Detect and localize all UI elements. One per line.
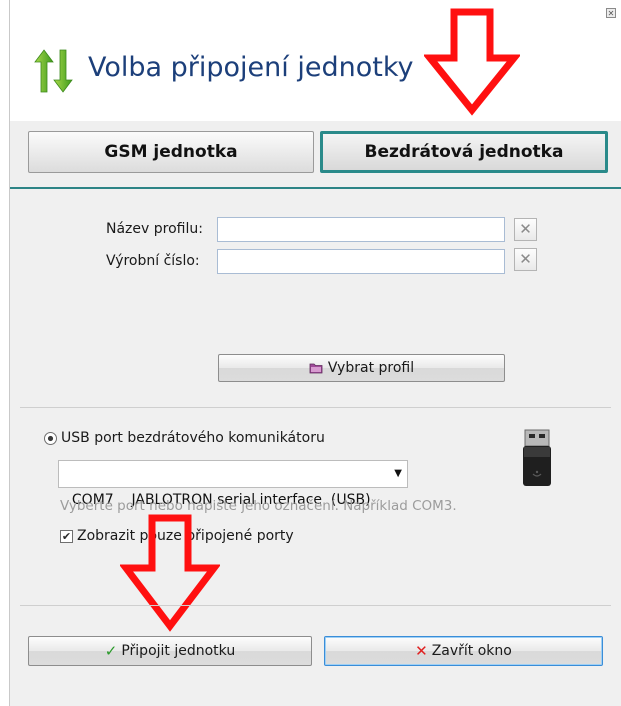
usb-port-hint: Vyberte port nebo napište jeho označení.… xyxy=(60,498,457,514)
close-icon[interactable]: ✕ xyxy=(606,8,616,18)
annotation-arrow-down-icon xyxy=(424,8,520,116)
folder-icon xyxy=(309,363,323,374)
serial-number-input[interactable] xyxy=(217,249,505,274)
profile-name-label: Název profilu: xyxy=(106,221,203,237)
close-window-button[interactable]: ✕ Zavřít okno xyxy=(324,636,603,666)
clear-profile-name-button[interactable]: ✕ xyxy=(514,218,537,241)
clear-icon: ✕ xyxy=(519,220,532,238)
check-icon: ✓ xyxy=(104,642,118,660)
usb-dongle-icon xyxy=(523,429,551,486)
serial-number-label: Výrobní číslo: xyxy=(106,253,200,269)
close-window-label: Zavřít okno xyxy=(431,643,512,659)
connection-arrows-icon xyxy=(34,49,73,93)
annotation-arrow-down-icon xyxy=(120,514,220,632)
usb-port-select[interactable]: COM7 JABLOTRON serial interface (USB) ▼ xyxy=(58,460,408,508)
select-profile-button[interactable]: Vybrat profil xyxy=(218,354,505,382)
clear-serial-number-button[interactable]: ✕ xyxy=(514,248,537,271)
connect-unit-button[interactable]: ✓ Připojit jednotku xyxy=(28,636,312,666)
usb-port-radio-label: USB port bezdrátového komunikátoru xyxy=(61,430,325,446)
select-profile-label: Vybrat profil xyxy=(327,360,415,376)
only-connected-checkbox[interactable]: ✔ xyxy=(60,530,73,543)
tab-gsm[interactable]: GSM jednotka xyxy=(28,131,314,173)
usb-port-radio[interactable] xyxy=(44,432,57,445)
close-x-icon: ✕ xyxy=(415,642,428,660)
divider xyxy=(20,605,611,606)
tab-wireless[interactable]: Bezdrátová jednotka xyxy=(320,131,608,173)
clear-icon: ✕ xyxy=(519,250,532,268)
profile-name-input[interactable] xyxy=(217,217,505,242)
divider xyxy=(20,407,611,408)
tab-wireless-label: Bezdrátová jednotka xyxy=(364,142,564,162)
page-title: Volba připojení jednotky xyxy=(88,52,414,83)
tab-gsm-label: GSM jednotka xyxy=(104,142,238,162)
connect-unit-label: Připojit jednotku xyxy=(121,643,236,659)
chevron-down-icon: ▼ xyxy=(394,468,402,479)
